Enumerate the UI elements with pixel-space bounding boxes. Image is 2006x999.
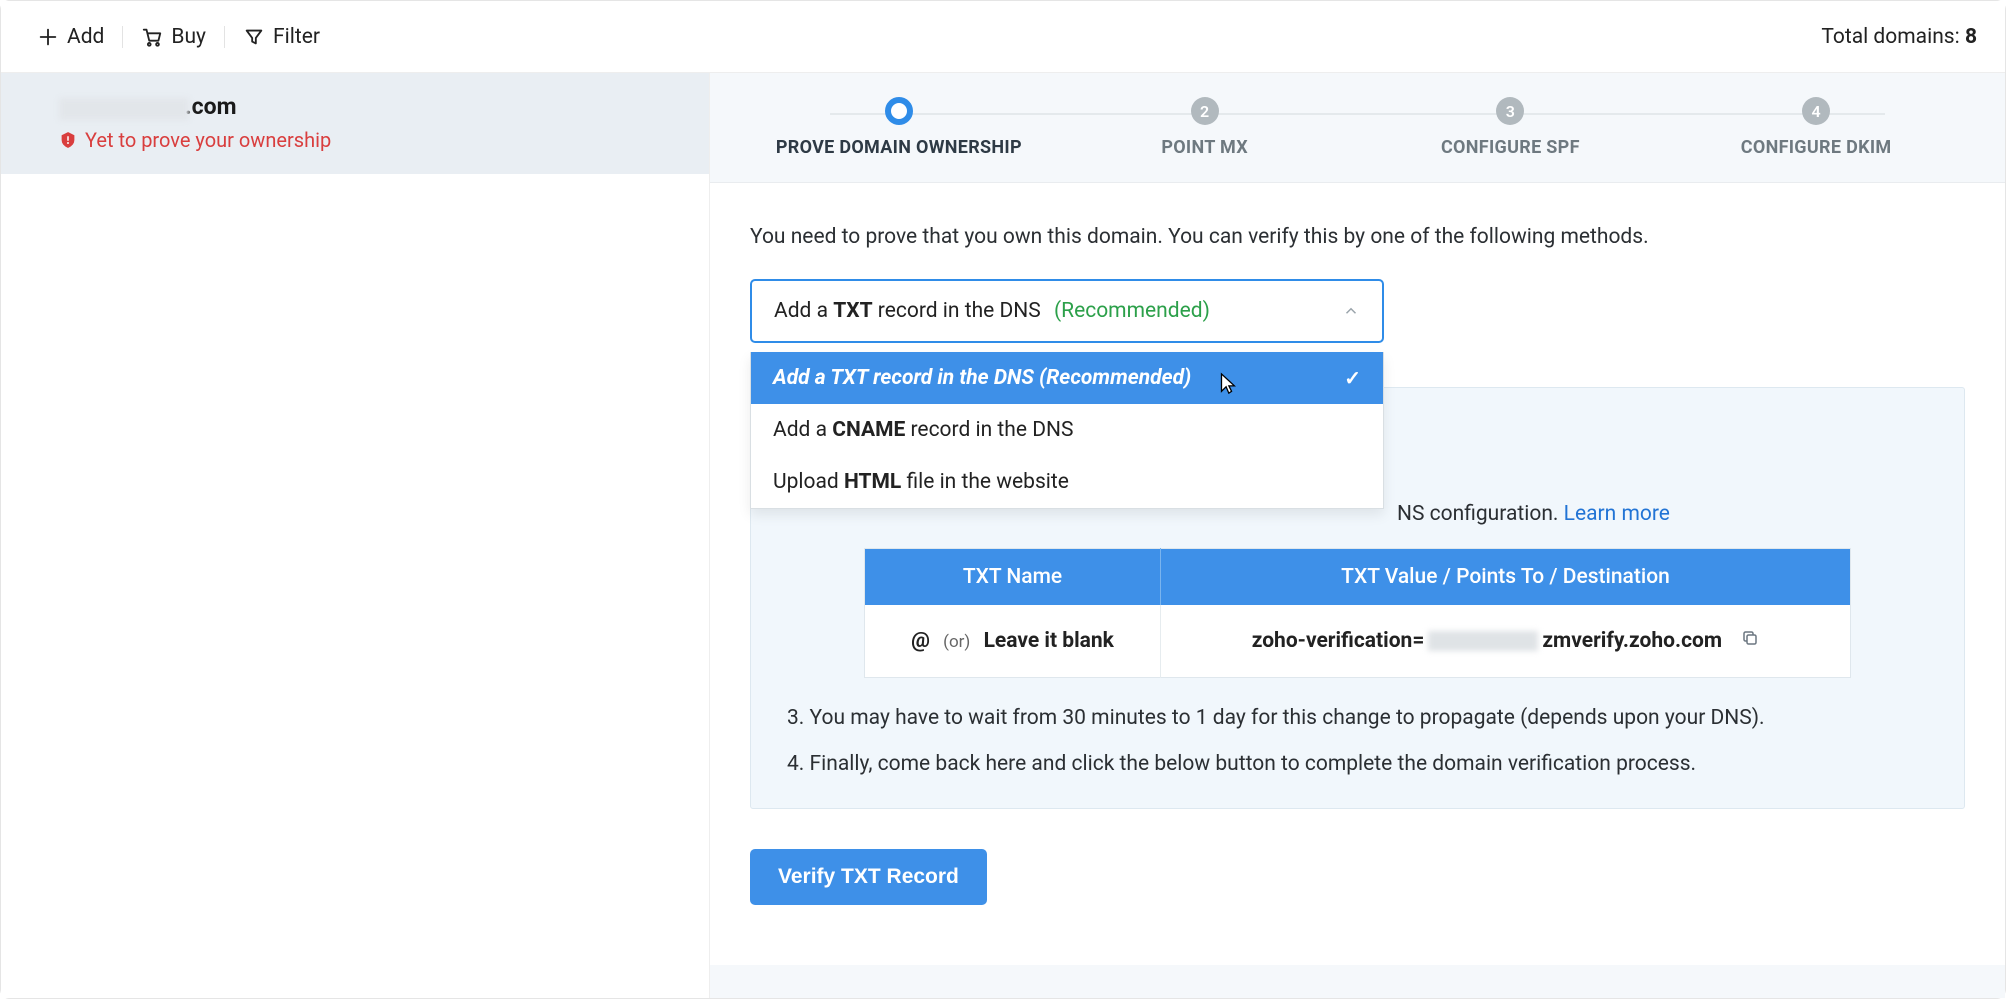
copy-icon bbox=[1741, 629, 1759, 647]
domain-sidebar: .com Yet to prove your ownership bbox=[1, 73, 710, 998]
instruction-line-3: 3. You may have to wait from 30 minutes … bbox=[787, 706, 1928, 730]
copy-button[interactable] bbox=[1741, 629, 1759, 647]
verification-method-dropdown-wrap: Add a TXT record in the DNS (Recommended… bbox=[750, 279, 1384, 343]
step-circle: 3 bbox=[1496, 97, 1524, 125]
txt-name-cell: @ (or) Leave it blank bbox=[865, 605, 1161, 678]
table-header-value: TXT Value / Points To / Destination bbox=[1161, 549, 1851, 606]
filter-label: Filter bbox=[273, 25, 320, 49]
dropdown-selected-text: Add a TXT record in the DNS (Recommended… bbox=[774, 299, 1210, 323]
filter-icon bbox=[243, 26, 265, 48]
step-configure-dkim[interactable]: 4 CONFIGURE DKIM bbox=[1663, 97, 1969, 158]
verification-method-dropdown[interactable]: Add a TXT record in the DNS (Recommended… bbox=[750, 279, 1384, 343]
filter-button[interactable]: Filter bbox=[235, 19, 328, 55]
txt-value-cell: zoho-verification=zmverify.zoho.com bbox=[1161, 605, 1851, 678]
dns-record-table: TXT Name TXT Value / Points To / Destina… bbox=[864, 548, 1851, 678]
add-label: Add bbox=[67, 25, 104, 49]
step-prove-ownership[interactable]: PROVE DOMAIN OWNERSHIP bbox=[746, 97, 1052, 158]
domain-name: .com bbox=[59, 93, 673, 120]
step-point-mx[interactable]: 2 POINT MX bbox=[1052, 97, 1358, 158]
stepper: PROVE DOMAIN OWNERSHIP 2 POINT MX 3 CONF… bbox=[710, 73, 2005, 183]
toolbar: Add Buy Filter Total domains: 8 bbox=[1, 1, 2005, 73]
separator bbox=[224, 26, 225, 48]
checkmark-icon: ✓ bbox=[1344, 366, 1361, 390]
redacted-verification-code bbox=[1428, 631, 1538, 651]
main-area: .com Yet to prove your ownership PROVE D… bbox=[1, 73, 2005, 998]
dropdown-options-list: Add a TXT record in the DNS (Recommended… bbox=[750, 352, 1384, 509]
chevron-up-icon bbox=[1342, 302, 1360, 320]
warning-shield-icon bbox=[59, 131, 77, 149]
cart-icon bbox=[141, 26, 163, 48]
total-domains: Total domains: 8 bbox=[1821, 25, 1977, 49]
step-circle: 4 bbox=[1802, 97, 1830, 125]
instruction-line-4: 4. Finally, come back here and click the… bbox=[787, 752, 1928, 776]
domain-status-text: Yet to prove your ownership bbox=[85, 128, 331, 152]
step-circle-active bbox=[885, 97, 913, 125]
step-configure-spf[interactable]: 3 CONFIGURE SPF bbox=[1358, 97, 1664, 158]
buy-label: Buy bbox=[171, 25, 206, 49]
intro-text: You need to prove that you own this doma… bbox=[750, 225, 1965, 249]
separator bbox=[122, 26, 123, 48]
learn-more-link[interactable]: Learn more bbox=[1564, 502, 1670, 526]
dropdown-option-txt[interactable]: Add a TXT record in the DNS (Recommended… bbox=[751, 352, 1383, 404]
plus-icon bbox=[37, 26, 59, 48]
step-label: CONFIGURE SPF bbox=[1441, 137, 1580, 158]
add-button[interactable]: Add bbox=[29, 19, 112, 55]
table-row: @ (or) Leave it blank zoho-verification=… bbox=[865, 605, 1851, 678]
step-label: PROVE DOMAIN OWNERSHIP bbox=[776, 137, 1022, 158]
domain-status: Yet to prove your ownership bbox=[59, 128, 673, 152]
buy-button[interactable]: Buy bbox=[133, 19, 214, 55]
verification-panel: You need to prove that you own this doma… bbox=[710, 183, 2005, 965]
step-label: CONFIGURE DKIM bbox=[1741, 137, 1892, 158]
domain-list-item[interactable]: .com Yet to prove your ownership bbox=[1, 73, 709, 174]
dropdown-option-html[interactable]: Upload HTML file in the website bbox=[751, 456, 1383, 508]
verify-txt-record-button[interactable]: Verify TXT Record bbox=[750, 849, 987, 905]
table-header-name: TXT Name bbox=[865, 549, 1161, 606]
dropdown-option-cname[interactable]: Add a CNAME record in the DNS bbox=[751, 404, 1383, 456]
content-panel: PROVE DOMAIN OWNERSHIP 2 POINT MX 3 CONF… bbox=[710, 73, 2005, 998]
recommended-badge: (Recommended) bbox=[1054, 299, 1210, 323]
redacted-domain-prefix bbox=[59, 98, 189, 120]
step-circle: 2 bbox=[1191, 97, 1219, 125]
step-label: POINT MX bbox=[1161, 137, 1248, 158]
